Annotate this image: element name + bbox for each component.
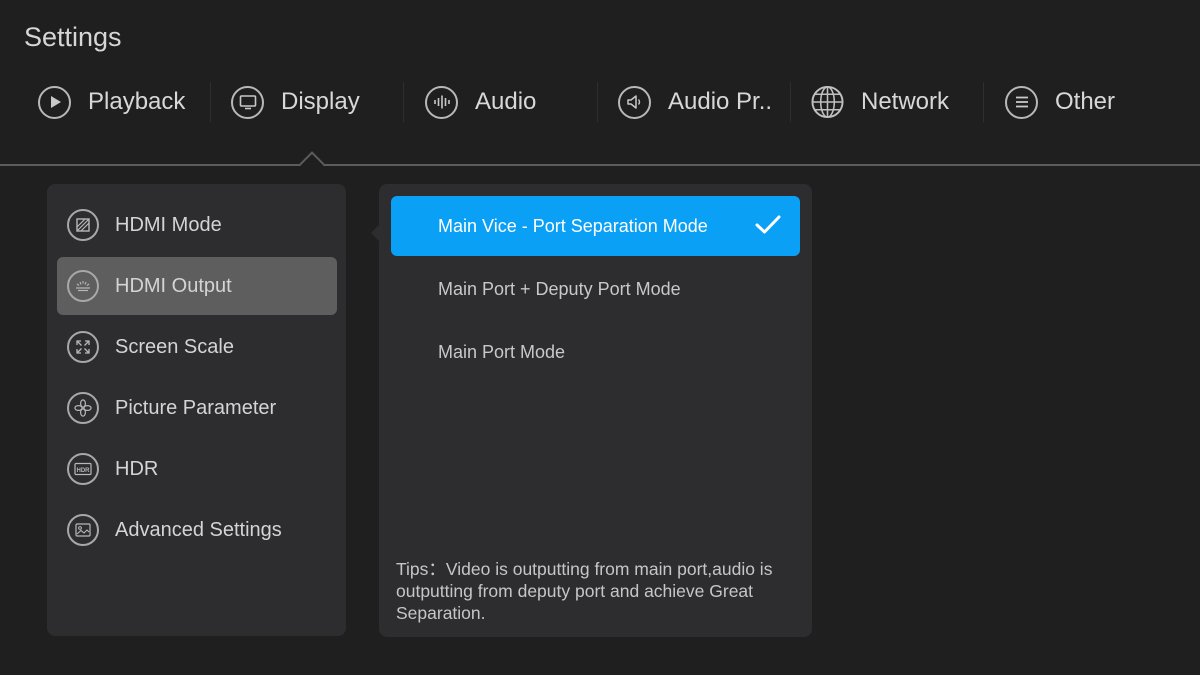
- tab-network[interactable]: Network: [811, 74, 949, 130]
- hdmi-output-icon: [67, 270, 99, 302]
- tab-label: Other: [1055, 88, 1116, 115]
- option-main-port-deputy-port[interactable]: Main Port + Deputy Port Mode: [391, 259, 800, 319]
- menu-item-label: Advanced Settings: [115, 518, 282, 541]
- tab-label: Network: [861, 88, 950, 115]
- menu-item-label: HDMI Mode: [115, 213, 222, 236]
- menu-item-label: Screen Scale: [115, 335, 234, 358]
- speaker-icon: [618, 85, 651, 119]
- menu-item-label: HDR: [115, 457, 159, 480]
- svg-text:HDR: HDR: [77, 468, 91, 474]
- tab-audio-processing[interactable]: Audio Pr..: [618, 74, 772, 130]
- tab-separator: [597, 82, 598, 122]
- tab-other[interactable]: Other: [1005, 74, 1115, 130]
- option-label: Main Port + Deputy Port Mode: [438, 278, 681, 299]
- menu-item-hdr[interactable]: HDR HDR: [57, 440, 337, 498]
- flower-icon: [67, 392, 99, 424]
- tab-bar: Playback Display Audio Audio Pr.. Networ…: [0, 74, 1200, 130]
- audio-wave-icon: [425, 85, 458, 119]
- menu-item-label: HDMI Output: [115, 274, 232, 297]
- option-main-port[interactable]: Main Port Mode: [391, 322, 800, 382]
- tips-text: Tips：Video is outputting from main port,…: [396, 559, 773, 623]
- display-menu-panel: HDMI Mode HDMI Output Screen Scale Pictu…: [47, 184, 346, 636]
- option-main-vice-port-separation[interactable]: Main Vice - Port Separation Mode: [391, 196, 800, 256]
- tab-label: Audio: [475, 88, 537, 115]
- globe-icon: [811, 85, 844, 119]
- tab-separator: [790, 82, 791, 122]
- menu-item-advanced-settings[interactable]: Advanced Settings: [57, 501, 337, 559]
- tab-separator: [403, 82, 404, 122]
- menu-item-hdmi-output[interactable]: HDMI Output: [57, 257, 337, 315]
- option-label: Main Vice - Port Separation Mode: [438, 215, 708, 236]
- tab-separator: [210, 82, 211, 122]
- monitor-icon: [231, 85, 264, 119]
- active-tab-indicator: [299, 151, 325, 177]
- hdmi-mode-icon: [67, 209, 99, 241]
- tab-separator: [983, 82, 984, 122]
- tab-label: Audio Pr..: [668, 88, 773, 115]
- tab-display[interactable]: Display: [231, 74, 360, 130]
- hdmi-output-options-panel: Main Vice - Port Separation Mode Main Po…: [379, 184, 812, 637]
- settings-screen: Settings Playback Display Audio Audio Pr…: [0, 0, 1200, 675]
- tab-label: Display: [281, 88, 360, 115]
- checkmark-icon: [754, 213, 782, 242]
- tab-audio[interactable]: Audio: [425, 74, 536, 130]
- menu-item-screen-scale[interactable]: Screen Scale: [57, 318, 337, 376]
- image-icon: [67, 514, 99, 546]
- expand-icon: [67, 331, 99, 363]
- play-icon: [38, 85, 71, 119]
- menu-item-label: Picture Parameter: [115, 396, 277, 419]
- menu-item-picture-parameter[interactable]: Picture Parameter: [57, 379, 337, 437]
- tab-playback[interactable]: Playback: [38, 74, 185, 130]
- tab-label: Playback: [88, 88, 186, 115]
- page-title: Settings: [24, 22, 122, 52]
- menu-icon: [1005, 85, 1038, 119]
- option-label: Main Port Mode: [438, 341, 566, 362]
- tab-divider: [0, 164, 1200, 166]
- menu-item-hdmi-mode[interactable]: HDMI Mode: [57, 196, 337, 254]
- hdr-icon: HDR: [67, 453, 99, 485]
